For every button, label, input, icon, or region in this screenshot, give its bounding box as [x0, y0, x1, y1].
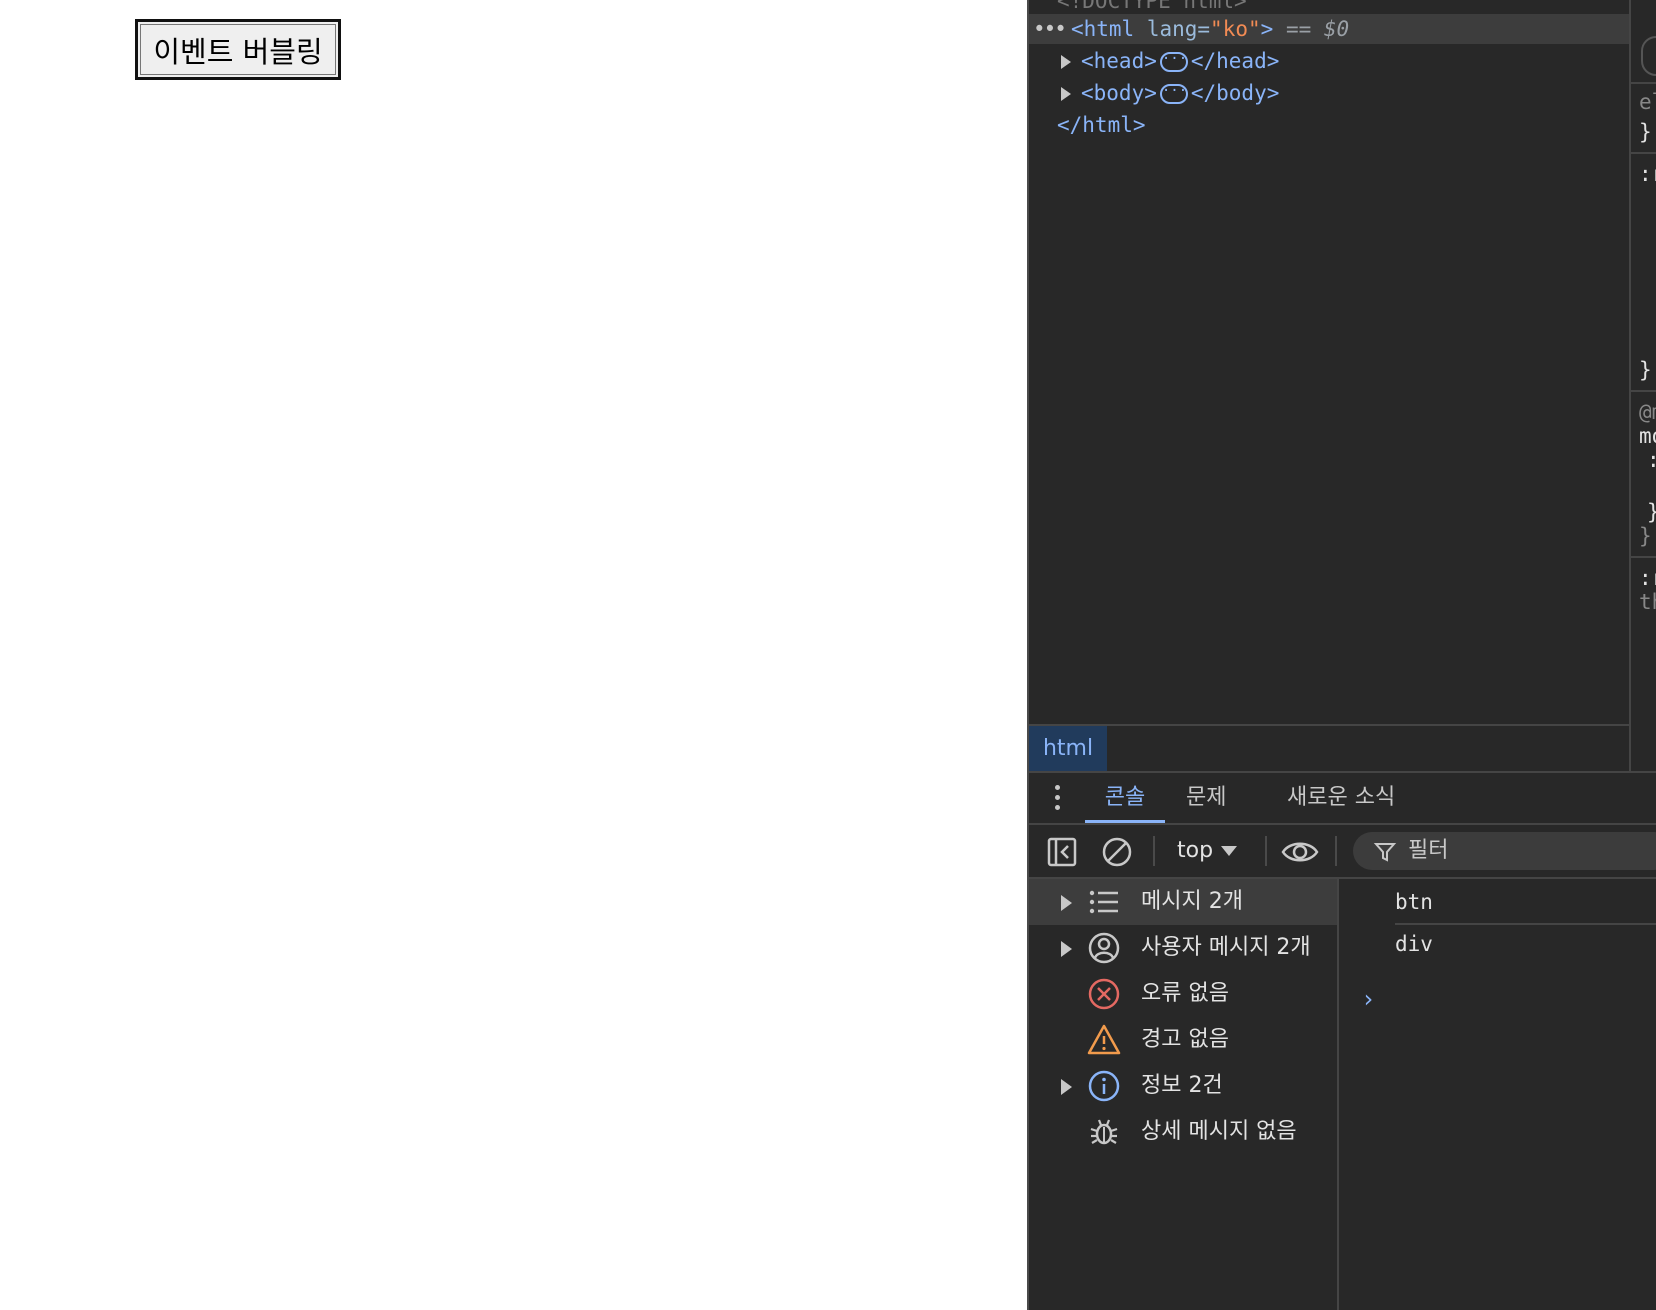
collapsed-ellipsis-icon[interactable]: ··· — [1159, 52, 1188, 72]
style-fragment: : — [1647, 448, 1656, 472]
divider — [1265, 836, 1267, 866]
elements-tree: <!DOCTYPE html> ••• <html lang="ko"> == $… — [1029, 0, 1629, 771]
sidebar-item-label: 오류 없음 — [1141, 981, 1229, 1006]
console-prompt-chevron-icon[interactable]: › — [1361, 985, 1375, 1013]
style-fragment: } — [1639, 524, 1652, 548]
html-attr-name: lang — [1146, 17, 1198, 41]
error-icon — [1088, 978, 1120, 1010]
divider — [1631, 82, 1656, 84]
clear-console-icon[interactable] — [1101, 836, 1133, 868]
html-close-bracket: > — [1260, 17, 1274, 41]
sidebar-item-label: 정보 2건 — [1141, 1073, 1223, 1098]
divider — [1631, 152, 1656, 154]
sidebar-item-label: 경고 없음 — [1141, 1027, 1229, 1052]
collapsed-ellipsis-icon[interactable]: ··· — [1159, 84, 1188, 104]
divider — [1631, 556, 1656, 558]
sidebar-item-errors[interactable]: 오류 없음 — [1029, 971, 1337, 1017]
html-close-tag: </html> — [1057, 113, 1146, 137]
tab-whats-new[interactable]: 새로운 소식 — [1287, 773, 1395, 823]
style-fragment: :r — [1639, 162, 1656, 186]
style-fragment: mo — [1639, 424, 1656, 448]
style-fragment: @m — [1639, 400, 1656, 424]
breadcrumb-html[interactable]: html — [1029, 726, 1107, 771]
divider — [1153, 836, 1155, 866]
console-output: btn div › — [1339, 879, 1656, 1310]
sidebar-item-label: 사용자 메시지 2개 — [1141, 935, 1311, 960]
sidebar-item-label: 상세 메시지 없음 — [1141, 1119, 1297, 1144]
info-icon — [1088, 1070, 1120, 1102]
dom-node-html-close[interactable]: </html> — [1057, 110, 1146, 140]
selection-marker: == $0 — [1285, 17, 1350, 41]
style-fragment: th — [1639, 590, 1656, 614]
breadcrumb: html — [1029, 724, 1629, 771]
list-icon — [1089, 890, 1118, 914]
html-open-tag: <html — [1070, 17, 1135, 41]
divider — [1631, 390, 1656, 392]
expand-triangle-icon[interactable] — [1061, 55, 1071, 69]
tab-issues[interactable]: 문제 — [1186, 773, 1226, 823]
dom-node-body[interactable]: <body> ··· </body> — [1061, 78, 1279, 108]
bug-icon — [1090, 1119, 1118, 1145]
style-fragment: :r — [1639, 566, 1656, 590]
style-fragment: } — [1639, 120, 1652, 144]
console-sidebar: 메시지 2개 사용자 메시지 2개 오류 없음 경고 없음 정보 2건 상세 메… — [1029, 879, 1339, 1310]
expand-triangle-icon[interactable] — [1061, 87, 1071, 101]
live-expression-eye-icon[interactable] — [1281, 837, 1319, 867]
sidebar-item-verbose[interactable]: 상세 메시지 없음 — [1029, 1109, 1337, 1155]
dom-node-html[interactable]: ••• <html lang="ko"> == $0 — [1029, 14, 1629, 44]
html-attr-value: "ko" — [1210, 17, 1261, 41]
sidebar-toggle-icon[interactable] — [1047, 837, 1077, 867]
body-close-tag: </body> — [1190, 81, 1280, 105]
expand-triangle-icon[interactable] — [1061, 895, 1072, 911]
console-log-line[interactable]: btn — [1395, 881, 1656, 925]
body-open-tag: <body> — [1081, 81, 1157, 105]
sidebar-item-warnings[interactable]: 경고 없음 — [1029, 1017, 1337, 1063]
drawer-tab-bar: 콘솔 문제 새로운 소식 — [1029, 771, 1656, 825]
expand-triangle-icon[interactable] — [1061, 941, 1072, 957]
head-open-tag: <head> — [1081, 49, 1157, 73]
filter-input[interactable]: 필터 — [1353, 832, 1656, 870]
dom-node-head[interactable]: <head> ··· </head> — [1061, 46, 1279, 76]
doctype-text: <!DOCTYPE html> — [1057, 0, 1247, 13]
styles-pane: el } :r } @m mo : } } :r th — [1629, 0, 1656, 771]
styles-filter-input[interactable] — [1641, 36, 1656, 76]
context-selector[interactable]: top — [1177, 825, 1238, 877]
expand-triangle-icon[interactable] — [1061, 1079, 1072, 1095]
console-log-line[interactable]: div — [1395, 923, 1656, 965]
chevron-down-icon — [1221, 846, 1238, 856]
filter-funnel-icon — [1373, 843, 1397, 862]
filter-placeholder: 필터 — [1408, 838, 1449, 863]
page-viewport: 이벤트 버블링 — [0, 0, 1027, 1310]
more-dots-icon[interactable]: ••• — [1033, 17, 1067, 41]
sidebar-item-info[interactable]: 정보 2건 — [1029, 1063, 1337, 1109]
sidebar-item-user-messages[interactable]: 사용자 메시지 2개 — [1029, 925, 1337, 971]
event-bubbling-button[interactable]: 이벤트 버블링 — [135, 19, 341, 80]
divider — [1335, 836, 1337, 866]
more-options-icon[interactable] — [1055, 785, 1061, 811]
user-circle-icon — [1088, 932, 1120, 964]
head-close-tag: </head> — [1190, 49, 1280, 73]
sidebar-item-label: 메시지 2개 — [1141, 889, 1243, 914]
tab-console[interactable]: 콘솔 — [1085, 773, 1165, 823]
sidebar-item-messages[interactable]: 메시지 2개 — [1029, 879, 1337, 925]
warning-icon — [1087, 1024, 1121, 1055]
console-toolbar: top 필터 — [1029, 825, 1656, 879]
context-label: top — [1177, 838, 1214, 863]
devtools-panel: <!DOCTYPE html> ••• <html lang="ko"> == $… — [1027, 0, 1656, 1310]
style-fragment: el — [1639, 90, 1656, 114]
style-fragment: } — [1639, 358, 1652, 382]
style-fragment: } — [1647, 500, 1656, 524]
